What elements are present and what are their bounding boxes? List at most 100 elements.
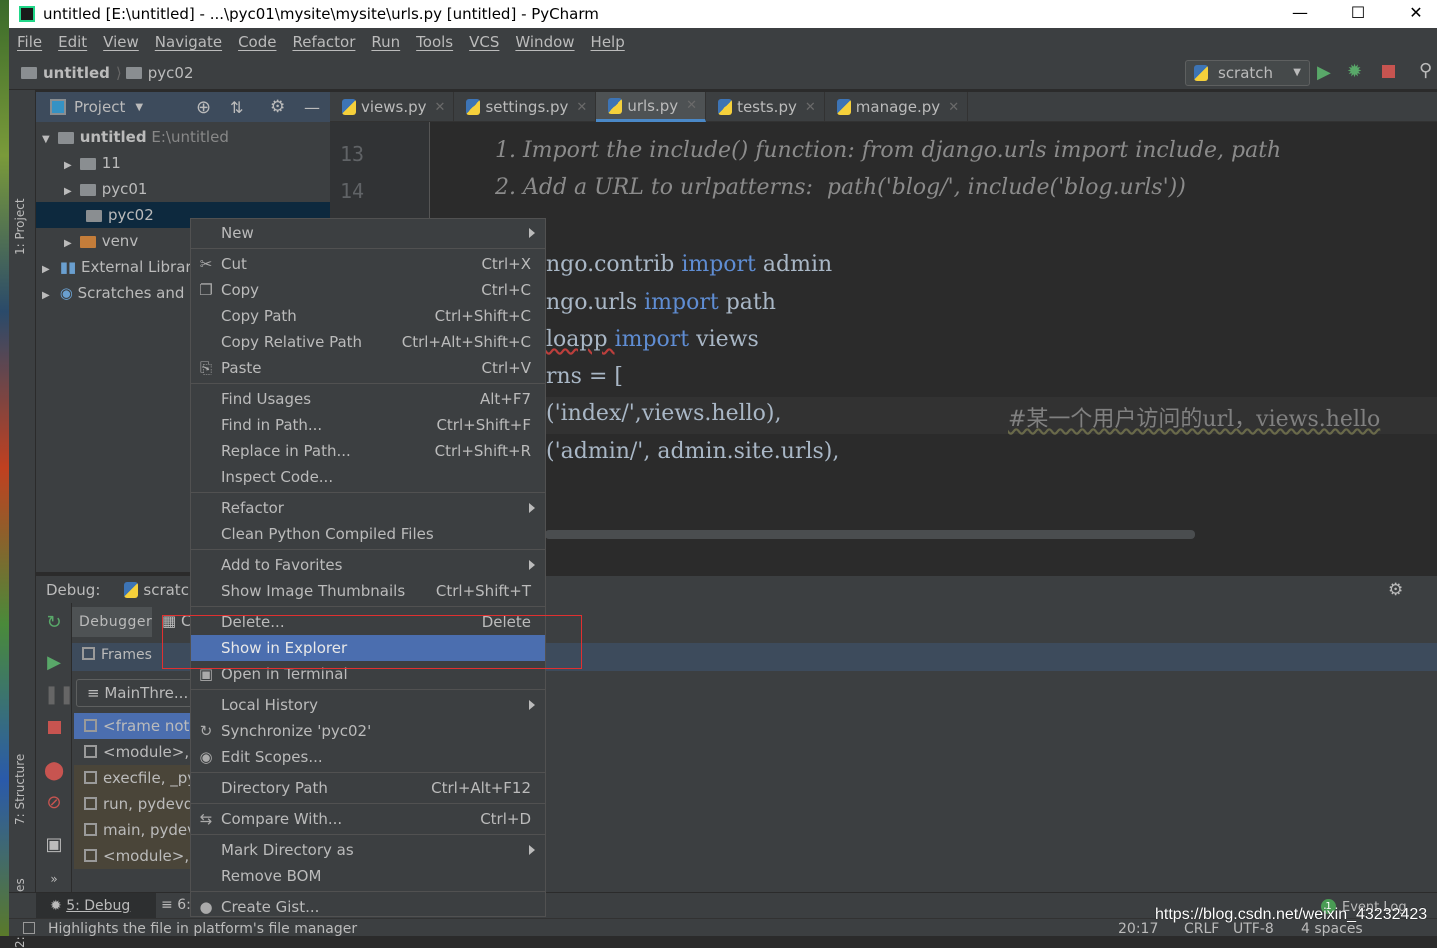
menu-item-local-history[interactable]: Local History bbox=[191, 692, 545, 718]
left-tool-strip: 1: Project 7: Structure 2: Favorites bbox=[9, 90, 36, 948]
more-icon[interactable]: » bbox=[44, 869, 64, 889]
tab-debugger[interactable]: Debugger bbox=[72, 607, 152, 637]
submenu-arrow-icon bbox=[529, 845, 535, 855]
menu-item-directory-path[interactable]: Directory Path Ctrl+Alt+F12 bbox=[191, 775, 545, 801]
menu-item-copy[interactable]: ❐ Copy Ctrl+C bbox=[191, 277, 545, 303]
mute-breakpoints-icon[interactable]: ⊘ bbox=[44, 793, 64, 813]
menu-item-remove-bom[interactable]: Remove BOM bbox=[191, 863, 545, 889]
scope-icon: ◉ bbox=[199, 748, 213, 766]
menu-item-compare-with[interactable]: ⇆ Compare With... Ctrl+D bbox=[191, 806, 545, 832]
code-editor[interactable]: 1. Import the include() function: from d… bbox=[431, 122, 1437, 542]
tab-settings-py[interactable]: settings.py ✕ bbox=[454, 92, 597, 122]
project-tool-tab[interactable]: 1: Project bbox=[13, 198, 27, 255]
menu-help[interactable]: Help bbox=[583, 33, 633, 51]
menu-navigate[interactable]: Navigate bbox=[147, 33, 230, 51]
locate-icon[interactable]: ⊕ bbox=[196, 97, 211, 118]
tab-manage-py[interactable]: manage.py ✕ bbox=[825, 92, 969, 122]
chevron-down-icon[interactable]: ▼ bbox=[135, 102, 143, 113]
shortcut-label: Alt+F7 bbox=[479, 390, 531, 408]
search-icon[interactable]: ⚲ bbox=[1419, 60, 1432, 81]
gear-icon[interactable]: ⚙ bbox=[270, 97, 285, 117]
hide-icon[interactable]: — bbox=[304, 98, 320, 117]
frame-row[interactable]: main, pydev bbox=[74, 817, 191, 843]
menu-item-copy-relative-path[interactable]: Copy Relative Path Ctrl+Alt+Shift+C bbox=[191, 329, 545, 355]
breadcrumb-untitled[interactable]: untitled bbox=[43, 64, 110, 82]
frame-row[interactable]: <module>, bbox=[74, 739, 191, 765]
menu-run[interactable]: Run bbox=[363, 33, 408, 51]
tree-node-pyc01[interactable]: ▶ pyc01 bbox=[36, 176, 330, 202]
menu-item-replace-in-path[interactable]: Replace in Path... Ctrl+Shift+R bbox=[191, 438, 545, 464]
stop-icon[interactable] bbox=[47, 721, 61, 734]
frame-row[interactable]: run, pydevd bbox=[74, 791, 191, 817]
shortcut-label: Ctrl+Alt+F12 bbox=[431, 779, 531, 797]
tree-node-11[interactable]: ▶ 11 bbox=[36, 150, 330, 176]
debug-toolbar: ↻ ▶ ❚❚ ⬤ ⊘ ▣ » bbox=[36, 603, 74, 892]
code-line: loapp import views bbox=[546, 327, 759, 352]
menu-item-add-to-favorites[interactable]: Add to Favorites bbox=[191, 552, 545, 578]
maximize-button[interactable]: ☐ bbox=[1335, 0, 1381, 28]
menu-item-show-image-thumbnails[interactable]: Show Image Thumbnails Ctrl+Shift+T bbox=[191, 578, 545, 604]
menu-code[interactable]: Code bbox=[230, 33, 284, 51]
menu-item-label: New bbox=[221, 224, 254, 242]
menu-item-label: Refactor bbox=[221, 499, 284, 517]
menu-item-find-usages[interactable]: Find Usages Alt+F7 bbox=[191, 386, 545, 412]
menu-tools[interactable]: Tools bbox=[408, 33, 461, 51]
menu-item-create-gist[interactable]: ● Create Gist... bbox=[191, 894, 545, 920]
minimize-button[interactable]: — bbox=[1277, 0, 1323, 28]
pause-icon[interactable]: ❚❚ bbox=[44, 685, 74, 705]
layout-icon[interactable]: ▣ bbox=[44, 835, 64, 855]
view-breakpoints-icon[interactable]: ⬤ bbox=[44, 761, 64, 781]
rerun-icon[interactable]: ↻ bbox=[44, 613, 64, 633]
menu-item-mark-directory-as[interactable]: Mark Directory as bbox=[191, 837, 545, 863]
close-button[interactable]: ✕ bbox=[1393, 0, 1437, 28]
menu-item-synchronize-pyc02[interactable]: ↻ Synchronize 'pyc02' bbox=[191, 718, 545, 744]
project-view-selector[interactable]: Project bbox=[74, 98, 125, 116]
code-line: rns = [ bbox=[546, 364, 623, 389]
menu-item-copy-path[interactable]: Copy Path Ctrl+Shift+C bbox=[191, 303, 545, 329]
caret-position[interactable]: 20:17 bbox=[1118, 921, 1158, 937]
menu-item-cut[interactable]: ✂ Cut Ctrl+X bbox=[191, 251, 545, 277]
menu-vcs[interactable]: VCS bbox=[461, 33, 507, 51]
collapse-all-icon[interactable]: ⇅ bbox=[230, 98, 243, 117]
thread-selector[interactable]: ≡ MainThre... bbox=[76, 679, 196, 707]
tab-urls-py[interactable]: urls.py ✕ bbox=[596, 92, 707, 122]
tree-node-untitled[interactable]: ▼ untitled E:\untitled bbox=[36, 124, 330, 150]
menu-item-find-in-path[interactable]: Find in Path... Ctrl+Shift+F bbox=[191, 412, 545, 438]
menu-item-label: Copy Path bbox=[221, 307, 297, 325]
gear-icon[interactable]: ⚙ bbox=[1388, 580, 1403, 600]
frame-row[interactable]: execfile, _py bbox=[74, 765, 191, 791]
shortcut-label: Ctrl+D bbox=[480, 810, 531, 828]
run-icon[interactable]: ▶ bbox=[1317, 62, 1331, 83]
menu-item-label: Find Usages bbox=[221, 390, 312, 408]
menu-file[interactable]: File bbox=[9, 33, 50, 51]
menu-item-inspect-code[interactable]: Inspect Code... bbox=[191, 464, 545, 490]
tab-views-py[interactable]: views.py ✕ bbox=[330, 92, 455, 122]
menu-refactor[interactable]: Refactor bbox=[284, 33, 363, 51]
menu-item-new[interactable]: New bbox=[191, 220, 545, 246]
code-line: ngo.contrib import admin bbox=[546, 252, 833, 277]
resume-icon[interactable]: ▶ bbox=[44, 653, 64, 673]
tab-todo[interactable]: ≡ 6: bbox=[161, 897, 191, 913]
debug-bug-icon[interactable]: ✹ bbox=[1347, 61, 1362, 82]
stop-icon[interactable] bbox=[1382, 65, 1395, 78]
menu-edit[interactable]: Edit bbox=[50, 33, 95, 51]
menu-item-label: Show Image Thumbnails bbox=[221, 582, 406, 600]
menu-item-clean-python-compiled-files[interactable]: Clean Python Compiled Files bbox=[191, 521, 545, 547]
tab-tests-py[interactable]: tests.py ✕ bbox=[706, 92, 825, 122]
structure-tool-tab[interactable]: 7: Structure bbox=[13, 754, 27, 825]
breadcrumb-pyc02[interactable]: pyc02 bbox=[148, 64, 194, 82]
menu-view[interactable]: View bbox=[95, 33, 147, 51]
editor-horizontal-scrollbar[interactable] bbox=[545, 530, 1195, 539]
menu-item-edit-scopes[interactable]: ◉ Edit Scopes... bbox=[191, 744, 545, 770]
frame-row[interactable]: <frame not bbox=[74, 713, 191, 739]
menu-item-refactor[interactable]: Refactor bbox=[191, 495, 545, 521]
debug-config-tab[interactable]: scratc bbox=[143, 581, 189, 599]
toggle-tool-windows-icon[interactable] bbox=[23, 922, 35, 934]
menu-item-paste[interactable]: ⎘ Paste Ctrl+V bbox=[191, 355, 545, 381]
frame-row[interactable]: <module>, bbox=[74, 843, 191, 869]
menu-window[interactable]: Window bbox=[507, 33, 582, 51]
scratches-icon: ◉ bbox=[59, 284, 73, 302]
docstring-line: 1. Import the include() function: from d… bbox=[495, 138, 1282, 163]
tab-debug[interactable]: ✹ 5: Debug bbox=[36, 893, 156, 919]
run-config-dropdown[interactable]: scratch ▼ bbox=[1185, 60, 1310, 86]
